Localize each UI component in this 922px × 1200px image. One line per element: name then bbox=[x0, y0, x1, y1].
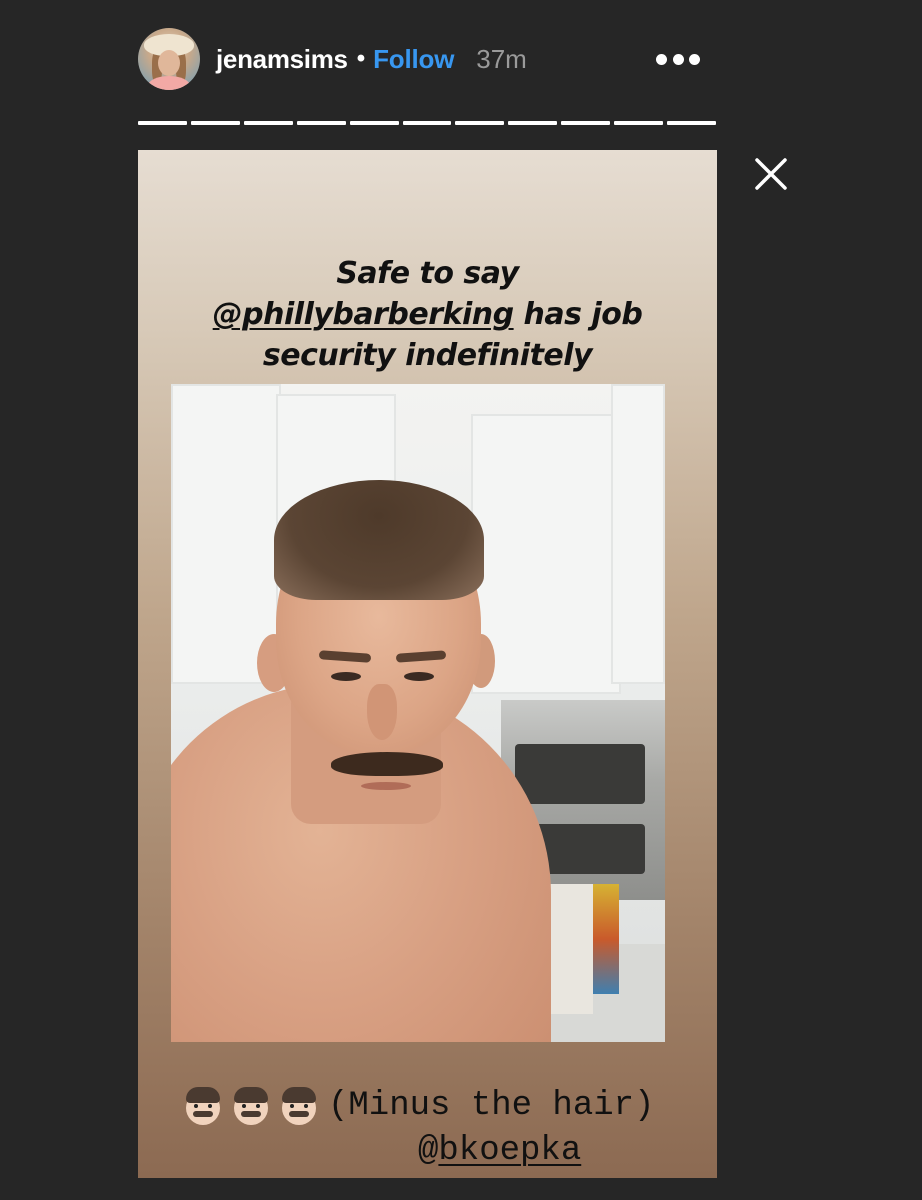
close-icon-svg bbox=[755, 158, 787, 190]
avatar[interactable] bbox=[138, 28, 200, 90]
progress-segment bbox=[561, 121, 611, 125]
man-emoji-icon bbox=[232, 1087, 270, 1125]
person-hair bbox=[274, 480, 484, 600]
progress-segment bbox=[243, 121, 293, 125]
caption-line-2: @phillybarberking has job bbox=[138, 294, 717, 335]
avatar-face bbox=[158, 50, 180, 76]
person-mustache bbox=[331, 752, 443, 776]
person-eye bbox=[331, 672, 361, 681]
timestamp: 37m bbox=[476, 43, 527, 74]
progress-segment bbox=[508, 121, 558, 125]
progress-segment bbox=[190, 121, 240, 125]
avatar-shoulders bbox=[148, 76, 190, 90]
towel bbox=[593, 884, 619, 994]
close-icon[interactable] bbox=[752, 155, 790, 193]
user-row: jenamsims • Follow 37m bbox=[216, 42, 527, 76]
oven-window bbox=[515, 744, 645, 804]
person-nose bbox=[367, 684, 397, 740]
username[interactable]: jenamsims bbox=[216, 44, 348, 75]
separator-dot: • bbox=[356, 45, 366, 72]
more-dot bbox=[672, 53, 684, 65]
progress-segment bbox=[667, 121, 716, 125]
person-mouth bbox=[361, 782, 411, 790]
more-options-icon[interactable] bbox=[656, 50, 700, 68]
progress-segment bbox=[349, 121, 399, 125]
bottom-mention-at: @ bbox=[418, 1132, 439, 1170]
progress-segment bbox=[138, 121, 187, 125]
caption-line-1: Safe to say bbox=[336, 256, 519, 291]
man-emoji-icon bbox=[184, 1087, 222, 1125]
story-header: jenamsims • Follow 37m bbox=[138, 28, 718, 92]
follow-button[interactable]: Follow bbox=[373, 44, 454, 75]
caption-line-2-rest: has job bbox=[513, 297, 643, 332]
story-photo bbox=[171, 384, 665, 1042]
story-content[interactable]: Safe to say @phillybarberking has job se… bbox=[138, 150, 717, 1178]
person-eye bbox=[404, 672, 434, 681]
bottom-caption-row: (Minus the hair) bbox=[184, 1086, 654, 1126]
progress-segment bbox=[455, 121, 505, 125]
bottom-mention[interactable]: @bkoepka bbox=[418, 1132, 581, 1170]
bottom-mention-name: bkoepka bbox=[438, 1132, 582, 1170]
caption-line-3: security indefinitely bbox=[262, 338, 593, 373]
story-progress-bar bbox=[138, 121, 716, 125]
progress-segment bbox=[614, 121, 664, 125]
more-dot bbox=[656, 53, 667, 65]
caption-mention[interactable]: @phillybarberking bbox=[213, 297, 514, 332]
man-emoji-icon bbox=[280, 1087, 318, 1125]
progress-segment bbox=[296, 121, 346, 125]
cabinet bbox=[611, 384, 665, 684]
story-caption: Safe to say @phillybarberking has job se… bbox=[138, 253, 717, 376]
bottom-caption-text: (Minus the hair) bbox=[328, 1087, 655, 1125]
progress-segment bbox=[402, 121, 452, 125]
more-dot bbox=[689, 53, 700, 65]
story-viewer: jenamsims • Follow 37m Safe to say @phil… bbox=[0, 0, 922, 1200]
